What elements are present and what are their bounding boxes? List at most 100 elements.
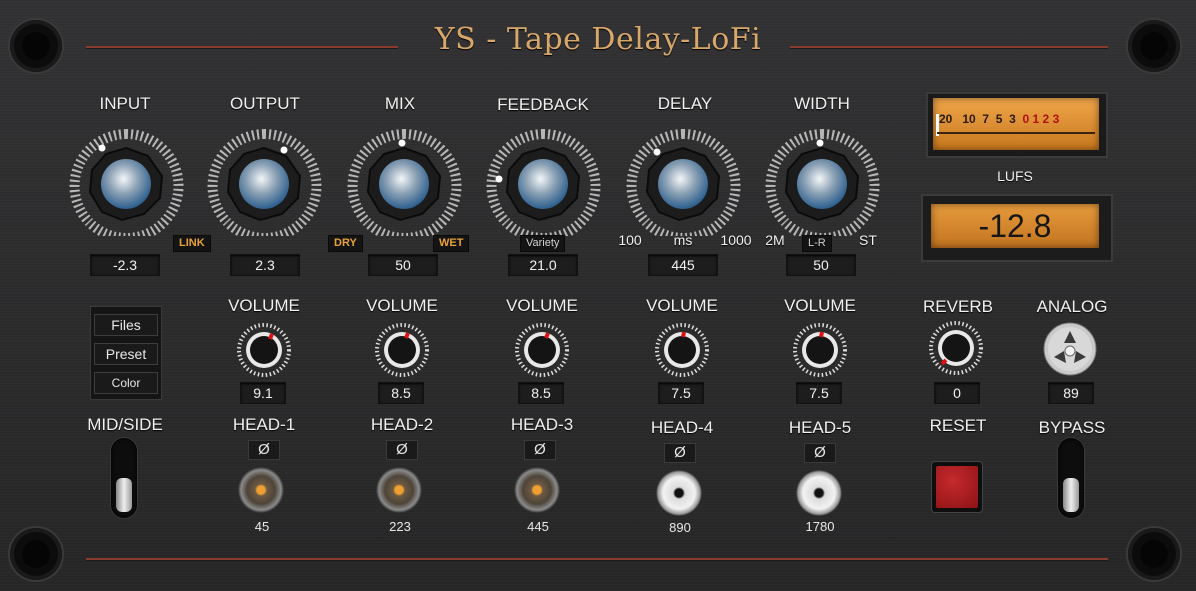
footer-rule [86,558,1108,560]
head3-label: HEAD-3 [510,415,574,434]
head3-volume-value[interactable]: 8.5 [518,382,564,404]
head2-volume-value[interactable]: 8.5 [378,382,424,404]
screw-bottom-right-icon [1128,528,1180,580]
bypass-label: BYPASS [1038,418,1106,437]
head1-volume-value[interactable]: 9.1 [240,382,286,404]
head2-volume-label: VOLUME [366,296,438,315]
head1-volume-label: VOLUME [228,296,300,315]
vu-meter: 20 10 7 5 3 0 1 2 3 [926,92,1108,158]
variety-tag[interactable]: Variety [520,235,566,252]
width-value[interactable]: 50 [786,254,856,276]
output-knob[interactable] [204,126,324,236]
delay-knob[interactable] [623,126,743,236]
head4-time: 890 [669,520,691,535]
head2-label: HEAD-2 [370,415,434,434]
width-min-label: 2M [765,232,785,248]
vu-scale: 20 10 7 5 3 0 1 2 3 [939,112,1099,130]
input-label: INPUT [99,94,151,113]
vu-tick: 20 [939,112,953,126]
head4-volume-knob[interactable] [654,322,710,383]
head4-volume-label: VOLUME [646,296,718,315]
delay-value[interactable]: 445 [648,254,718,276]
vu-tick: 10 [962,112,976,126]
head1-phase-button[interactable]: Ø [248,440,280,460]
dry-tag: DRY [328,235,363,252]
analog-label: ANALOG [1036,297,1108,316]
color-button[interactable]: Color [94,372,158,394]
lufs-value: -12.8 [931,204,1099,248]
plugin-title: YS - Tape Delay-LoFi [434,22,762,57]
head3-volume-knob[interactable] [514,322,570,383]
head5-label: HEAD-5 [788,418,852,437]
head4-toggle-button[interactable] [656,470,702,516]
head5-toggle-button[interactable] [796,470,842,516]
head3-time: 445 [527,519,549,534]
feedback-value[interactable]: 21.0 [508,254,578,276]
vu-tick: 7 [982,112,990,126]
head3-volume-label: VOLUME [506,296,578,315]
output-value[interactable]: 2.3 [230,254,300,276]
analog-reel-knob[interactable] [1042,321,1098,382]
head3-toggle-button[interactable] [514,467,560,513]
mid-side-toggle[interactable] [111,438,137,518]
reverb-knob[interactable] [928,320,984,381]
link-tag[interactable]: LINK [173,235,211,252]
head2-phase-button[interactable]: Ø [386,440,418,460]
lufs-label: LUFS [997,168,1033,184]
head4-phase-button[interactable]: Ø [664,443,696,463]
bypass-toggle[interactable] [1058,438,1084,518]
head5-time: 1780 [805,519,835,534]
head1-time: 45 [254,519,270,534]
head4-label: HEAD-4 [650,418,714,437]
vu-tick: 3 [1052,112,1060,126]
mix-value[interactable]: 50 [368,254,438,276]
head4-volume-value[interactable]: 7.5 [658,382,704,404]
lufs-display: -12.8 [921,194,1113,262]
analog-value[interactable]: 89 [1048,382,1094,404]
screw-top-left-icon [10,20,62,72]
reverb-value[interactable]: 0 [934,382,980,404]
mix-label: MIX [384,94,416,113]
head5-volume-knob[interactable] [792,322,848,383]
delay-max-label: 1000 [720,232,752,248]
vu-tick: 3 [1009,112,1016,126]
head1-volume-knob[interactable] [236,322,292,383]
width-knob[interactable] [762,126,882,236]
head2-volume-knob[interactable] [374,322,430,383]
header-rule-left [86,46,398,48]
head1-label: HEAD-1 [232,415,296,434]
vu-tick: 1 [1032,112,1040,126]
lr-tag[interactable]: L-R [802,235,832,252]
output-label: OUTPUT [230,94,300,113]
vu-tick: 2 [1042,112,1050,126]
reset-button[interactable] [932,462,982,512]
head5-volume-label: VOLUME [784,296,856,315]
mix-knob[interactable] [344,126,464,236]
head3-phase-button[interactable]: Ø [524,440,556,460]
head5-phase-button[interactable]: Ø [804,443,836,463]
reset-label: RESET [929,416,987,435]
input-value[interactable]: -2.3 [90,254,160,276]
delay-label: DELAY [657,94,713,113]
screw-top-right-icon [1128,20,1180,72]
wet-tag: WET [433,235,470,252]
width-max-label: ST [859,232,877,248]
feedback-label: FEEDBACK [497,95,589,114]
head5-volume-value[interactable]: 7.5 [796,382,842,404]
header-rule-right [790,46,1108,48]
vu-tick: 5 [995,112,1003,126]
width-label: WIDTH [794,94,850,113]
head1-toggle-button[interactable] [238,467,284,513]
head2-toggle-button[interactable] [376,467,422,513]
delay-unit-label: ms [673,232,693,248]
plugin-panel: YS - Tape Delay-LoFi INPUT LINK -2.3 OUT… [0,0,1196,591]
files-button[interactable]: Files [94,314,158,336]
preset-button[interactable]: Preset [94,343,158,365]
head2-time: 223 [389,519,411,534]
input-knob[interactable] [66,126,186,236]
feedback-knob[interactable] [483,126,603,236]
delay-min-label: 100 [618,232,642,248]
mid-side-label: MID/SIDE [87,415,163,434]
vu-tick: 0 [1022,112,1030,126]
reverb-label: REVERB [923,297,993,316]
